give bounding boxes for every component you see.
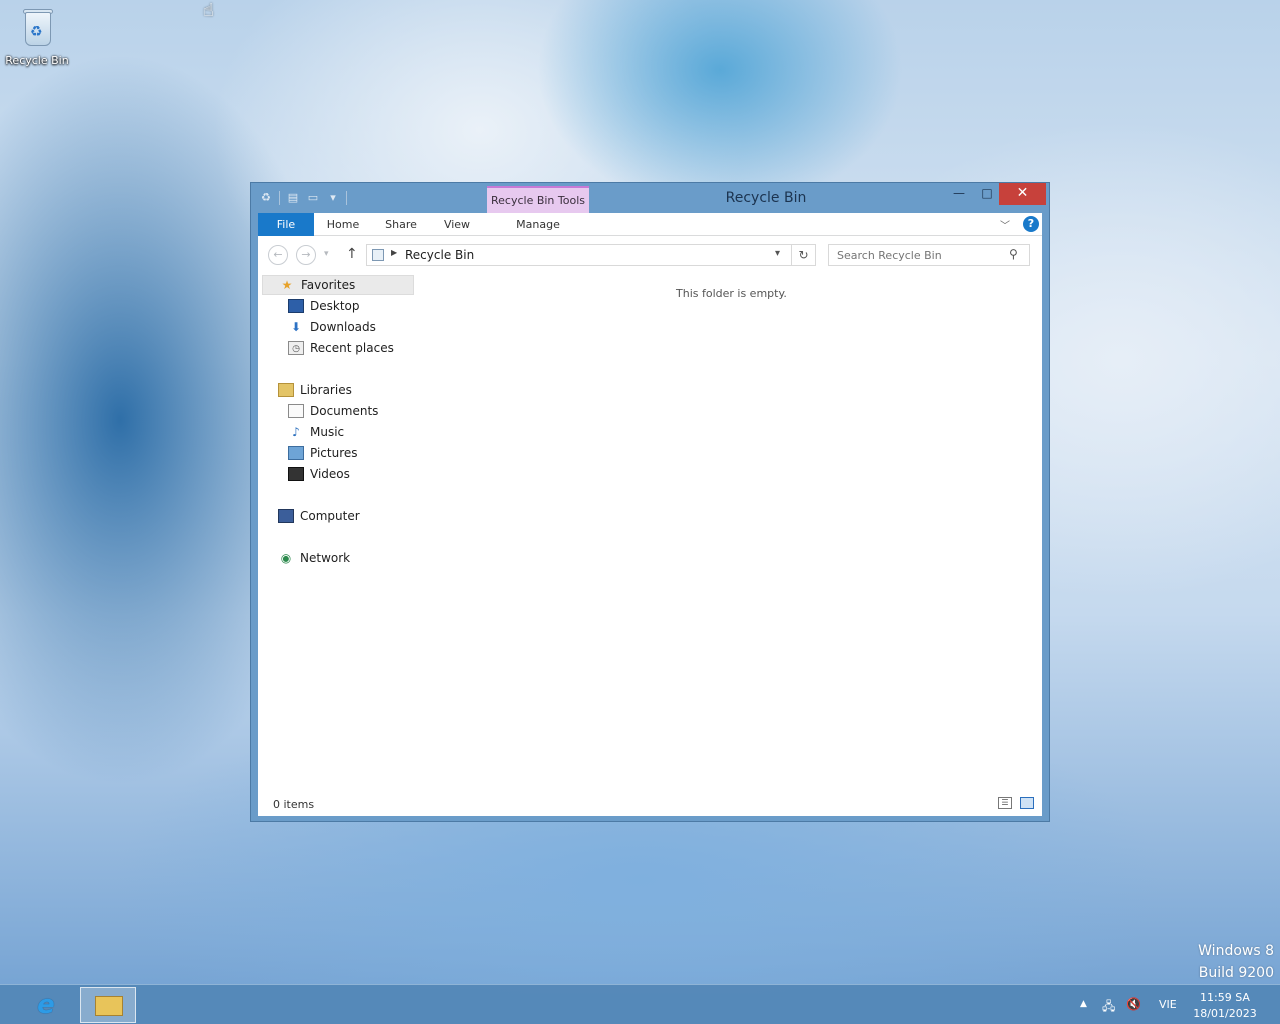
nav-item-label: Documents <box>310 404 379 418</box>
breadcrumb-arrow-icon[interactable]: ▶ <box>391 248 397 257</box>
clock[interactable]: 11:59 SA 18/01/2023 <box>1192 990 1258 1022</box>
recycle-bin-small-icon: ♻ <box>261 191 271 204</box>
status-bar: 0 items ☰ <box>258 793 1042 816</box>
folder-icon <box>95 996 123 1016</box>
forward-button[interactable]: → <box>296 245 316 265</box>
nav-item-libraries[interactable]: Libraries <box>278 380 352 400</box>
watermark-os-name: Windows 8 <box>1198 943 1274 959</box>
ribbon-tab-strip: File Home Share View Manage ﹀ ? <box>258 213 1042 236</box>
recycle-bin-tools-tab[interactable]: Recycle Bin Tools <box>487 186 589 214</box>
internet-explorer-icon[interactable]: e <box>26 987 66 1023</box>
window-client-area: File Home Share View Manage ﹀ ? ← → ▾ ↑ … <box>258 213 1042 816</box>
show-hidden-icons-icon[interactable]: ▲ <box>1080 999 1087 1009</box>
nav-item-label: Recent places <box>310 341 394 355</box>
nav-item-label: Downloads <box>310 320 376 334</box>
nav-item-network[interactable]: ◉ Network <box>278 548 350 568</box>
recycle-bin-icon: ♻ <box>21 6 53 50</box>
address-bar[interactable]: ▶ Recycle Bin ▾ ↻ <box>366 244 816 266</box>
navigation-pane: ★ Favorites Desktop ⬇ Downloads ◷ Recent… <box>258 273 418 783</box>
clock-date: 18/01/2023 <box>1193 1007 1257 1020</box>
nav-item-label: Videos <box>310 467 350 481</box>
desktop-icon <box>288 299 304 313</box>
tab-share[interactable]: Share <box>378 213 424 236</box>
minimize-button[interactable]: — <box>945 183 973 205</box>
nav-item-label: Favorites <box>301 278 356 292</box>
videos-icon <box>288 467 304 481</box>
tab-view[interactable]: View <box>434 213 480 236</box>
nav-item-label: Network <box>300 551 351 565</box>
toolbar-divider <box>279 191 280 205</box>
documents-icon <box>288 404 304 418</box>
nav-item-desktop[interactable]: Desktop <box>288 296 360 316</box>
customize-toolbar-icon[interactable]: ▾ <box>326 191 340 205</box>
music-note-icon: ♪ <box>292 425 300 439</box>
nav-item-documents[interactable]: Documents <box>288 401 378 421</box>
file-explorer-taskbar-button[interactable] <box>80 987 136 1023</box>
recent-places-icon: ◷ <box>288 341 304 355</box>
back-button[interactable]: ← <box>268 245 288 265</box>
libraries-icon <box>278 383 294 397</box>
nav-item-recent-places[interactable]: ◷ Recent places <box>288 338 394 358</box>
pictures-icon <box>288 446 304 460</box>
tab-file[interactable]: File <box>258 213 314 236</box>
recent-locations-chevron-icon[interactable]: ▾ <box>324 249 329 259</box>
search-box[interactable]: ⚲ <box>828 244 1030 266</box>
nav-item-label: Desktop <box>310 299 360 313</box>
clock-time: 11:59 SA <box>1200 991 1250 1004</box>
recycle-bin-desktop-label: Recycle Bin <box>5 54 69 67</box>
maximize-button[interactable]: □ <box>973 183 1001 205</box>
item-count: 0 items <box>273 798 315 811</box>
network-tray-icon[interactable]: 🖧 <box>1102 997 1115 1018</box>
downloads-icon: ⬇ <box>290 320 302 334</box>
nav-item-label: Music <box>310 425 345 439</box>
new-folder-icon[interactable]: ▭ <box>306 191 320 205</box>
computer-icon <box>278 509 294 523</box>
details-view-icon[interactable]: ☰ <box>998 797 1012 809</box>
tab-home[interactable]: Home <box>320 213 366 236</box>
nav-item-pictures[interactable]: Pictures <box>288 443 358 463</box>
os-build-watermark: Windows 8 Build 9200 <box>1198 940 1274 984</box>
nav-item-downloads[interactable]: ⬇ Downloads <box>288 317 376 337</box>
breadcrumb-recycle-bin[interactable]: Recycle Bin <box>405 248 474 262</box>
window-title: Recycle Bin <box>725 190 807 206</box>
close-button[interactable]: ✕ <box>999 183 1046 205</box>
explorer-window: ♻ ▤ ▭ ▾ Recycle Bin Tools Recycle Bin — … <box>250 182 1050 822</box>
taskbar: e ▲ 🖧 🔇 VIE 11:59 SA 18/01/2023 <box>0 984 1280 1024</box>
nav-item-label: Computer <box>300 509 360 523</box>
nav-item-computer[interactable]: Computer <box>278 506 360 526</box>
navigation-bar: ← → ▾ ↑ ▶ Recycle Bin ▾ ↻ ⚲ <box>258 237 1042 273</box>
hand-cursor-icon: ☝ <box>203 0 214 21</box>
nav-item-music[interactable]: ♪ Music <box>288 422 344 442</box>
nav-item-label: Pictures <box>310 446 358 460</box>
refresh-icon[interactable]: ↻ <box>791 245 815 265</box>
star-icon: ★ <box>281 278 293 292</box>
nav-item-label: Libraries <box>300 383 352 397</box>
language-indicator[interactable]: VIE <box>1159 998 1177 1011</box>
nav-item-videos[interactable]: Videos <box>288 464 350 484</box>
large-icons-view-icon[interactable] <box>1020 797 1034 809</box>
search-input[interactable] <box>829 245 1005 265</box>
quick-access-toolbar: ♻ ▤ ▭ ▾ <box>259 191 347 205</box>
recycle-bin-location-icon <box>372 249 384 261</box>
tab-manage[interactable]: Manage <box>508 213 568 236</box>
nav-item-favorites[interactable]: ★ Favorites <box>262 275 414 295</box>
address-dropdown-chevron-icon[interactable]: ▾ <box>775 248 780 259</box>
volume-muted-icon[interactable]: 🔇 <box>1126 997 1141 1011</box>
recycle-bin-desktop-icon[interactable]: ♻ Recycle Bin <box>4 6 70 67</box>
properties-icon[interactable]: ▤ <box>286 191 300 205</box>
watermark-build: Build 9200 <box>1198 965 1274 981</box>
search-icon[interactable]: ⚲ <box>1009 247 1018 261</box>
title-bar[interactable]: ♻ ▤ ▭ ▾ Recycle Bin Tools Recycle Bin — … <box>251 183 1049 214</box>
up-arrow-icon[interactable]: ↑ <box>346 246 358 262</box>
expand-ribbon-chevron-icon[interactable]: ﹀ <box>1000 217 1010 232</box>
empty-folder-message: This folder is empty. <box>676 287 787 300</box>
toolbar-divider <box>346 191 347 205</box>
help-icon[interactable]: ? <box>1023 216 1039 232</box>
network-icon: ◉ <box>280 551 292 565</box>
